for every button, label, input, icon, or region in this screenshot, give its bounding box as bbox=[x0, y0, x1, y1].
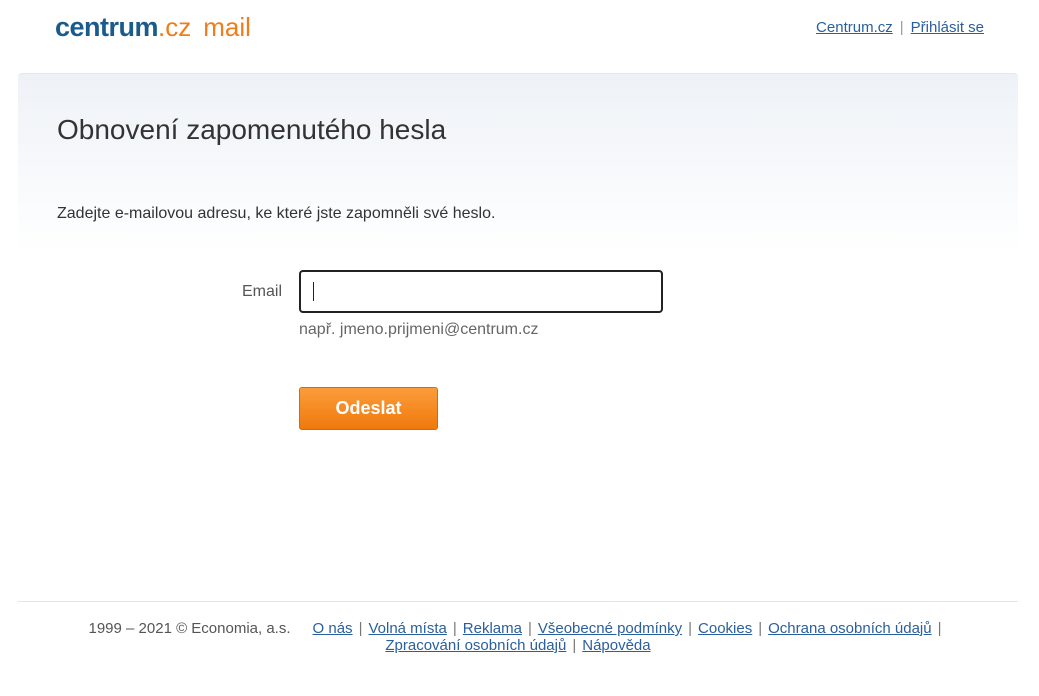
intro-panel: Obnovení zapomenutého hesla Zadejte e-ma… bbox=[18, 73, 1018, 254]
footer-separator: | bbox=[937, 620, 942, 637]
email-label: Email bbox=[241, 283, 282, 300]
footer-separator: | bbox=[572, 637, 577, 654]
footer-link-terms[interactable]: Všeobecné podmínky bbox=[538, 620, 682, 637]
text-cursor bbox=[313, 282, 314, 301]
login-link[interactable]: Přihlásit se bbox=[911, 19, 984, 36]
copyright-text: 1999 – 2021 © Economia, a.s. bbox=[88, 620, 291, 637]
footer-separator: | bbox=[527, 620, 532, 637]
footer-separator: | bbox=[452, 620, 457, 637]
email-input[interactable] bbox=[299, 270, 663, 313]
footer-link-help[interactable]: Nápověda bbox=[582, 637, 650, 654]
logo-centrum-text: centrum bbox=[55, 12, 159, 42]
email-hint: např. jmeno.prijmeni@centrum.cz bbox=[299, 321, 539, 338]
submit-button[interactable]: Odeslat bbox=[299, 387, 438, 430]
centrum-cz-link[interactable]: Centrum.cz bbox=[816, 19, 893, 36]
footer-link-jobs[interactable]: Volná místa bbox=[368, 620, 446, 637]
page-title: Obnovení zapomenutého hesla bbox=[57, 114, 447, 145]
centrum-mail-logo[interactable]: centrum .cz mail bbox=[55, 12, 251, 44]
footer: 1999 – 2021 © Economia, a.s. O nás | Volná … bbox=[18, 620, 1018, 654]
footer-link-advertising[interactable]: Reklama bbox=[463, 620, 522, 637]
footer-separator: | bbox=[358, 620, 363, 637]
logo-cz-text: .cz bbox=[158, 12, 192, 42]
footer-link-privacy[interactable]: Ochrana osobních údajů bbox=[768, 620, 931, 637]
instruction-text: Zadejte e-mailovou adresu, ke které jste… bbox=[57, 205, 496, 222]
logo-mail-text: mail bbox=[203, 12, 251, 42]
footer-link-cookies[interactable]: Cookies bbox=[698, 620, 752, 637]
footer-separator: | bbox=[758, 620, 763, 637]
footer-separator: | bbox=[688, 620, 693, 637]
header-separator: | bbox=[899, 19, 904, 36]
header-links: Centrum.cz | Přihlásit se bbox=[816, 19, 984, 36]
footer-link-about[interactable]: O nás bbox=[313, 620, 353, 637]
footer-link-data-processing[interactable]: Zpracování osobních údajů bbox=[385, 637, 566, 654]
footer-divider bbox=[18, 601, 1018, 602]
